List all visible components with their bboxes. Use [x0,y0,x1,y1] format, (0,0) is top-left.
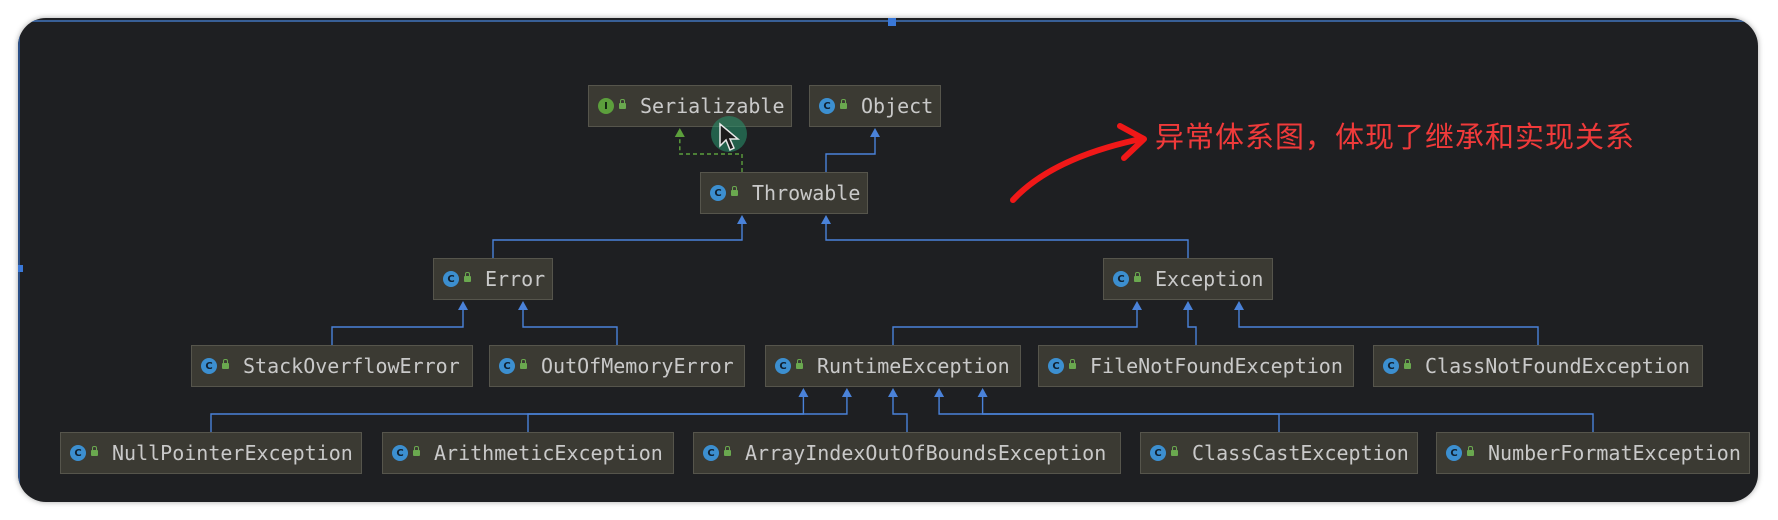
edge-arrowhead [1234,301,1244,310]
class-icon: C [443,271,459,287]
edge-arrowhead [1132,301,1142,310]
edge-extends [522,308,618,345]
edge-extends [981,395,1594,432]
lock-icon [222,359,229,369]
class-icon: C [819,98,835,114]
edge-extends [331,308,464,345]
edge-extends [527,395,848,432]
class-icon: C [1150,445,1166,461]
lock-icon [413,446,420,456]
node-label: NullPointerException [112,441,353,465]
node-label: ClassCastException [1192,441,1409,465]
edge-arrowhead [888,388,898,397]
edge-extends [1187,308,1197,345]
class-icon: C [1048,358,1064,374]
lock-icon [1171,446,1178,456]
class-icon: C [201,358,217,374]
class-icon: C [775,358,791,374]
annotation-text: 异常体系图，体现了继承和实现关系 [1155,120,1636,154]
node-numberformatexception[interactable]: C NumberFormatException [1436,432,1750,474]
edge-extends [1238,308,1539,345]
edge-arrowhead [458,301,468,310]
node-label: Throwable [752,181,861,205]
node-classcastexception[interactable]: C ClassCastException [1140,432,1418,474]
lock-icon [1467,446,1474,456]
class-icon: C [710,185,726,201]
node-label: OutOfMemoryError [541,354,734,378]
node-arithmeticexception[interactable]: C ArithmeticException [382,432,674,474]
class-icon: C [703,445,719,461]
node-label: ArithmeticException [434,441,663,465]
node-label: NumberFormatException [1488,441,1741,465]
node-label: Error [485,267,546,291]
node-filenotfoundexception[interactable]: C FileNotFoundException [1038,345,1354,387]
node-stackoverflowerror[interactable]: C StackOverflowError [191,345,473,387]
edge-arrowhead [841,388,852,397]
node-object[interactable]: C Object [809,85,941,127]
node-arrayindexoutofboundsexception[interactable]: C ArrayIndexOutOfBoundsException [693,432,1121,474]
node-exception[interactable]: C Exception [1103,258,1273,300]
class-icon: C [499,358,515,374]
edge-extends [892,308,1138,345]
node-runtimeexception[interactable]: C RuntimeException [765,345,1021,387]
edge-arrowhead [977,388,988,397]
node-label: FileNotFoundException [1090,354,1343,378]
node-label: StackOverflowError [243,354,460,378]
edge-arrowhead [870,128,880,137]
lock-icon [1134,272,1141,282]
edge-arrowhead [934,388,945,397]
class-icon: C [1446,445,1462,461]
edge-arrowhead [821,215,831,224]
lock-icon [724,446,731,456]
class-icon: C [70,445,86,461]
node-serializable[interactable]: I Serializable [588,85,792,127]
interface-icon: I [598,98,614,114]
edge-arrowhead [1183,301,1193,310]
mouse-cursor-icon [719,122,740,152]
edge-extends [825,222,1189,258]
node-label: Object [861,94,934,118]
class-icon: C [1113,271,1129,287]
node-error[interactable]: C Error [433,258,553,300]
node-classnotfoundexception[interactable]: C ClassNotFoundException [1373,345,1703,387]
lock-icon [1404,359,1411,369]
node-label: Serializable [640,94,785,118]
node-label: Exception [1155,267,1264,291]
node-outofmemoryerror[interactable]: C OutOfMemoryError [489,345,745,387]
diagram-canvas[interactable]: I Serializable C Object C Throwable C Error … [18,18,1758,502]
lock-icon [464,272,471,282]
lock-icon [1069,359,1076,369]
edge-arrowhead [737,215,747,224]
edge-arrowhead [518,301,528,310]
edge-arrowhead [798,388,809,397]
class-icon: C [1383,358,1399,374]
node-label: RuntimeException [817,354,1010,378]
node-label: ArrayIndexOutOfBoundsException [745,441,1107,465]
lock-icon [796,359,803,369]
node-throwable[interactable]: C Throwable [700,172,868,214]
lock-icon [91,446,98,456]
edge-arrowhead [674,128,685,137]
edge-extends [892,395,908,432]
edge-extends [492,222,743,258]
lock-icon [520,359,527,369]
annotation-arrow [1010,123,1147,203]
edge-extends [825,135,876,172]
node-nullpointerexception[interactable]: C NullPointerException [60,432,362,474]
lock-icon [619,99,626,109]
lock-icon [840,99,847,109]
node-label: ClassNotFoundException [1425,354,1690,378]
lock-icon [731,186,738,196]
class-icon: C [392,445,408,461]
